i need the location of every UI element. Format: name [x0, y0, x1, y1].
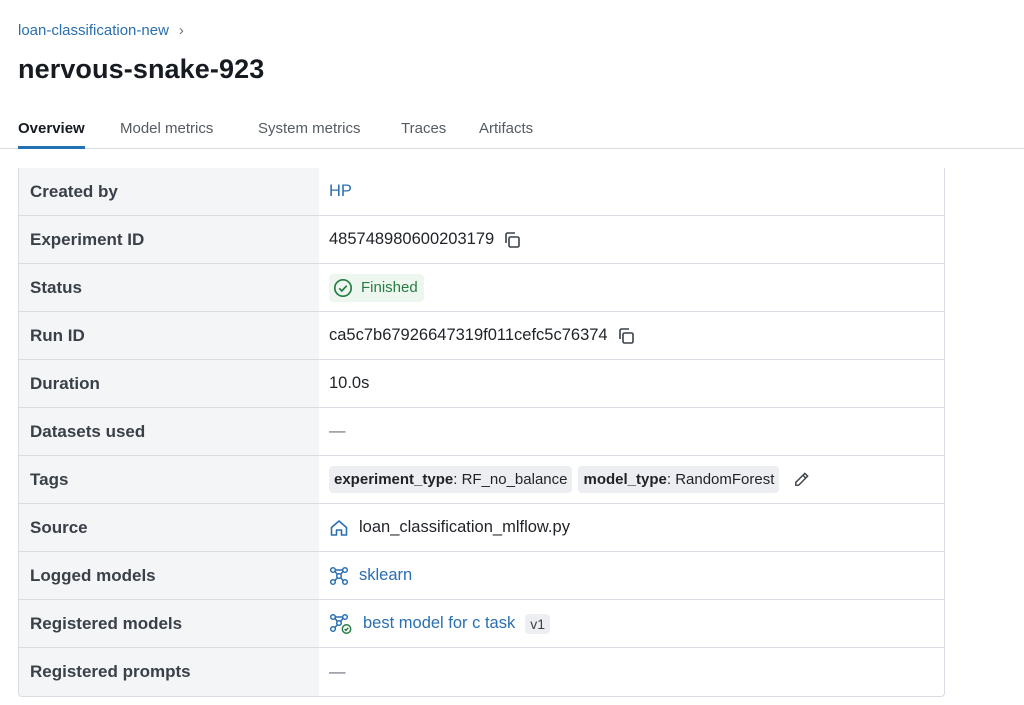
tag-key: model_type	[583, 471, 667, 488]
details-row-duration: Duration 10.0s	[19, 360, 944, 408]
registered-models-label: Registered models	[19, 600, 319, 647]
duration-label: Duration	[19, 360, 319, 407]
tab-artifacts[interactable]: Artifacts	[479, 120, 533, 146]
registered-model-icon	[329, 613, 353, 634]
details-row-logged-models: Logged models sklearn	[19, 552, 944, 600]
source-label: Source	[19, 504, 319, 551]
tab-system-metrics[interactable]: System metrics	[258, 120, 361, 146]
datasets-used-empty: —	[329, 422, 346, 440]
status-badge: Finished	[329, 273, 424, 302]
run-details-table: Created by HP Experiment ID 485748980600…	[18, 168, 945, 697]
tag-chip: model_type: RandomForest	[578, 466, 780, 493]
registered-model-link[interactable]: best model for c task	[363, 614, 515, 633]
details-row-source: Source loan_classification_mlflow.py	[19, 504, 944, 552]
copy-icon[interactable]	[502, 230, 522, 250]
details-row-datasets-used: Datasets used —	[19, 408, 944, 456]
details-row-run-id: Run ID ca5c7b67926647319f011cefc5c76374	[19, 312, 944, 360]
pencil-icon[interactable]	[791, 470, 811, 490]
model-version-badge[interactable]: v1	[525, 613, 551, 634]
home-icon	[329, 518, 349, 538]
chevron-right-icon: ›	[178, 22, 184, 39]
duration-value: 10.0s	[329, 374, 370, 392]
details-row-created-by: Created by HP	[19, 168, 944, 216]
logged-models-label: Logged models	[19, 552, 319, 599]
details-row-tags: Tags experiment_type: RF_no_balance mode…	[19, 456, 944, 504]
experiment-id-value: 485748980600203179	[329, 230, 495, 248]
tag-chip: experiment_type: RF_no_balance	[329, 466, 573, 493]
logged-model-link[interactable]: sklearn	[359, 566, 412, 585]
run-id-value: ca5c7b67926647319f011cefc5c76374	[329, 326, 608, 344]
model-icon	[329, 566, 349, 586]
created-by-user-link[interactable]: HP	[329, 182, 352, 201]
tag-value: RF_no_balance	[461, 471, 568, 488]
experiment-id-label: Experiment ID	[19, 216, 319, 263]
tab-overview[interactable]: Overview	[18, 120, 85, 149]
tag-value: RandomForest	[675, 471, 775, 488]
tab-traces[interactable]: Traces	[401, 120, 446, 146]
status-text: Finished	[361, 279, 418, 296]
tag-key: experiment_type	[334, 471, 454, 488]
registered-prompts-label: Registered prompts	[19, 648, 319, 696]
breadcrumb: loan-classification-new ›	[18, 22, 184, 39]
page-title: nervous-snake-923	[18, 54, 265, 84]
created-by-label: Created by	[19, 168, 319, 215]
check-circle-icon	[333, 278, 353, 297]
source-file-link[interactable]: loan_classification_mlflow.py	[359, 518, 570, 537]
registered-prompts-empty: —	[329, 662, 346, 681]
breadcrumb-experiment-link[interactable]: loan-classification-new	[18, 22, 169, 39]
status-label: Status	[19, 264, 319, 311]
run-id-label: Run ID	[19, 312, 319, 359]
tab-bar: Overview Model metrics System metrics Tr…	[0, 112, 1024, 149]
details-row-status: Status Finished	[19, 264, 944, 312]
tags-label: Tags	[19, 456, 319, 503]
copy-icon[interactable]	[616, 326, 636, 346]
details-row-experiment-id: Experiment ID 485748980600203179	[19, 216, 944, 264]
details-row-registered-models: Registered models best model for c task …	[19, 600, 944, 648]
tab-model-metrics[interactable]: Model metrics	[120, 120, 213, 146]
details-row-registered-prompts: Registered prompts —	[19, 648, 944, 696]
datasets-used-label: Datasets used	[19, 408, 319, 455]
